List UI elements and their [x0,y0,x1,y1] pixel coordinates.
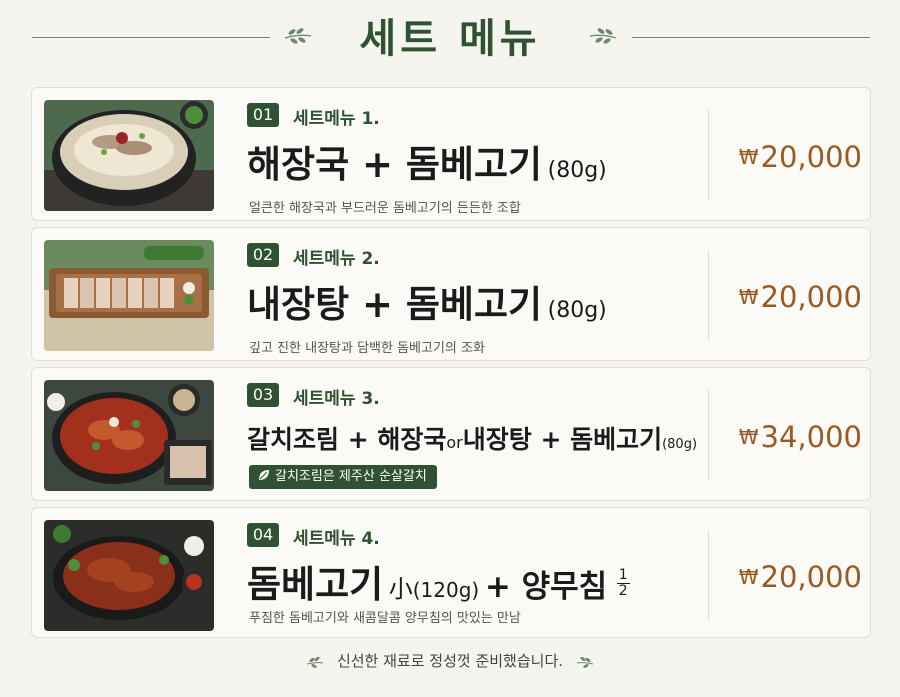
dish-description: 푸짐한 돔베고기와 새콤달콤 양무침의 맛있는 만남 [249,611,521,626]
set-label: 세트메뉴 3. [293,389,380,409]
spicy-pork-photo [44,520,214,631]
dish-weight: (80g) [547,158,607,183]
header-rule-right [632,37,870,38]
currency-symbol: ₩ [738,285,759,309]
dish-name: 돔베고기 小(120g) + 양무침 1 2 [247,554,630,608]
menu-card-1[interactable]: 01 세트메뉴 1. 해장국 + 돔베고기 (80g) 얼큰한 해장국과 부드러… [31,87,871,221]
price-value: 20,000 [760,140,862,174]
menu-card-2[interactable]: 02 세트메뉴 2. 내장탕 + 돔베고기 (80g) 깊고 진한 내장탕과 담… [31,227,871,361]
dish-title-a: 돔베고기 [247,563,384,606]
currency-symbol: ₩ [738,145,759,169]
menu-card-3[interactable]: 03 세트메뉴 3. 갈치조림 + 해장국or내장탕 + 돔베고기(80g) 갈… [31,367,871,501]
divider [708,110,709,200]
page-title: 세트 메뉴 [359,16,541,62]
dish-description: 깊고 진한 내장탕과 담백한 돔베고기의 조화 [249,341,485,356]
divider [708,390,709,480]
set-number-badge: 01 [247,103,279,127]
leaf-icon [307,656,324,668]
dish-weight: (80g) [662,437,698,452]
origin-tag: 갈치조림은 제주산 순살갈치 [249,465,437,489]
menu-card-4[interactable]: 04 세트메뉴 4. 돔베고기 小(120g) + 양무침 1 2 푸짐한 돔베… [31,507,871,638]
origin-tag-text: 갈치조림은 제주산 순살갈치 [275,469,427,484]
set-label: 세트메뉴 2. [293,249,380,269]
dish-title: 내장탕 + 돔베고기 [247,283,543,326]
leaf-icon [576,656,593,668]
dish-name: 내장탕 + 돔베고기 (80g) [247,274,607,328]
footer: 신선한 재료로 정성껏 준비했습니다. [0,650,900,671]
set-number-badge: 04 [247,523,279,547]
dish-title-b: + 양무침 [484,569,608,605]
dish-weight: (80g) [547,298,607,323]
set-label: 세트메뉴 1. [293,109,380,129]
set-number-badge: 03 [247,383,279,407]
dish-name: 갈치조림 + 해장국or내장탕 + 돔베고기(80g) [247,420,697,456]
price: ₩20,000 [732,560,862,594]
sliced-pork-photo [44,240,214,351]
leaf-icon [589,28,617,44]
dish-title-a: 갈치조림 + 해장국 [247,425,447,454]
hangover-soup-photo [44,100,214,211]
divider [708,530,709,620]
set-number-badge: 02 [247,243,279,267]
price-value: 20,000 [760,560,862,594]
dish-size: 小 [388,575,413,603]
fraction-numerator: 1 [616,567,630,584]
set-label: 세트메뉴 4. [293,529,380,549]
price-value: 34,000 [760,420,862,454]
currency-symbol: ₩ [738,565,759,589]
price: ₩20,000 [732,140,862,174]
header-rule-left [32,37,270,38]
leaf-icon [259,470,269,480]
dish-description: 얼큰한 해장국과 부드러운 돔베고기의 든든한 조합 [249,201,521,216]
price: ₩34,000 [732,420,862,454]
braised-fish-photo [44,380,214,491]
fraction: 1 2 [616,567,630,599]
leaf-icon [284,28,312,44]
divider [708,250,709,340]
dish-name: 해장국 + 돔베고기 (80g) [247,134,607,188]
header: 세트 메뉴 [0,0,900,80]
footer-text: 신선한 재료로 정성껏 준비했습니다. [336,652,564,670]
dish-or: or [446,433,463,452]
dish-title: 해장국 + 돔베고기 [247,143,543,186]
fraction-denominator: 2 [618,583,628,599]
dish-title-b: 내장탕 + 돔베고기 [462,425,663,454]
price-value: 20,000 [760,280,862,314]
price: ₩20,000 [732,280,862,314]
dish-weight: (120g) [412,578,480,602]
currency-symbol: ₩ [738,425,759,449]
